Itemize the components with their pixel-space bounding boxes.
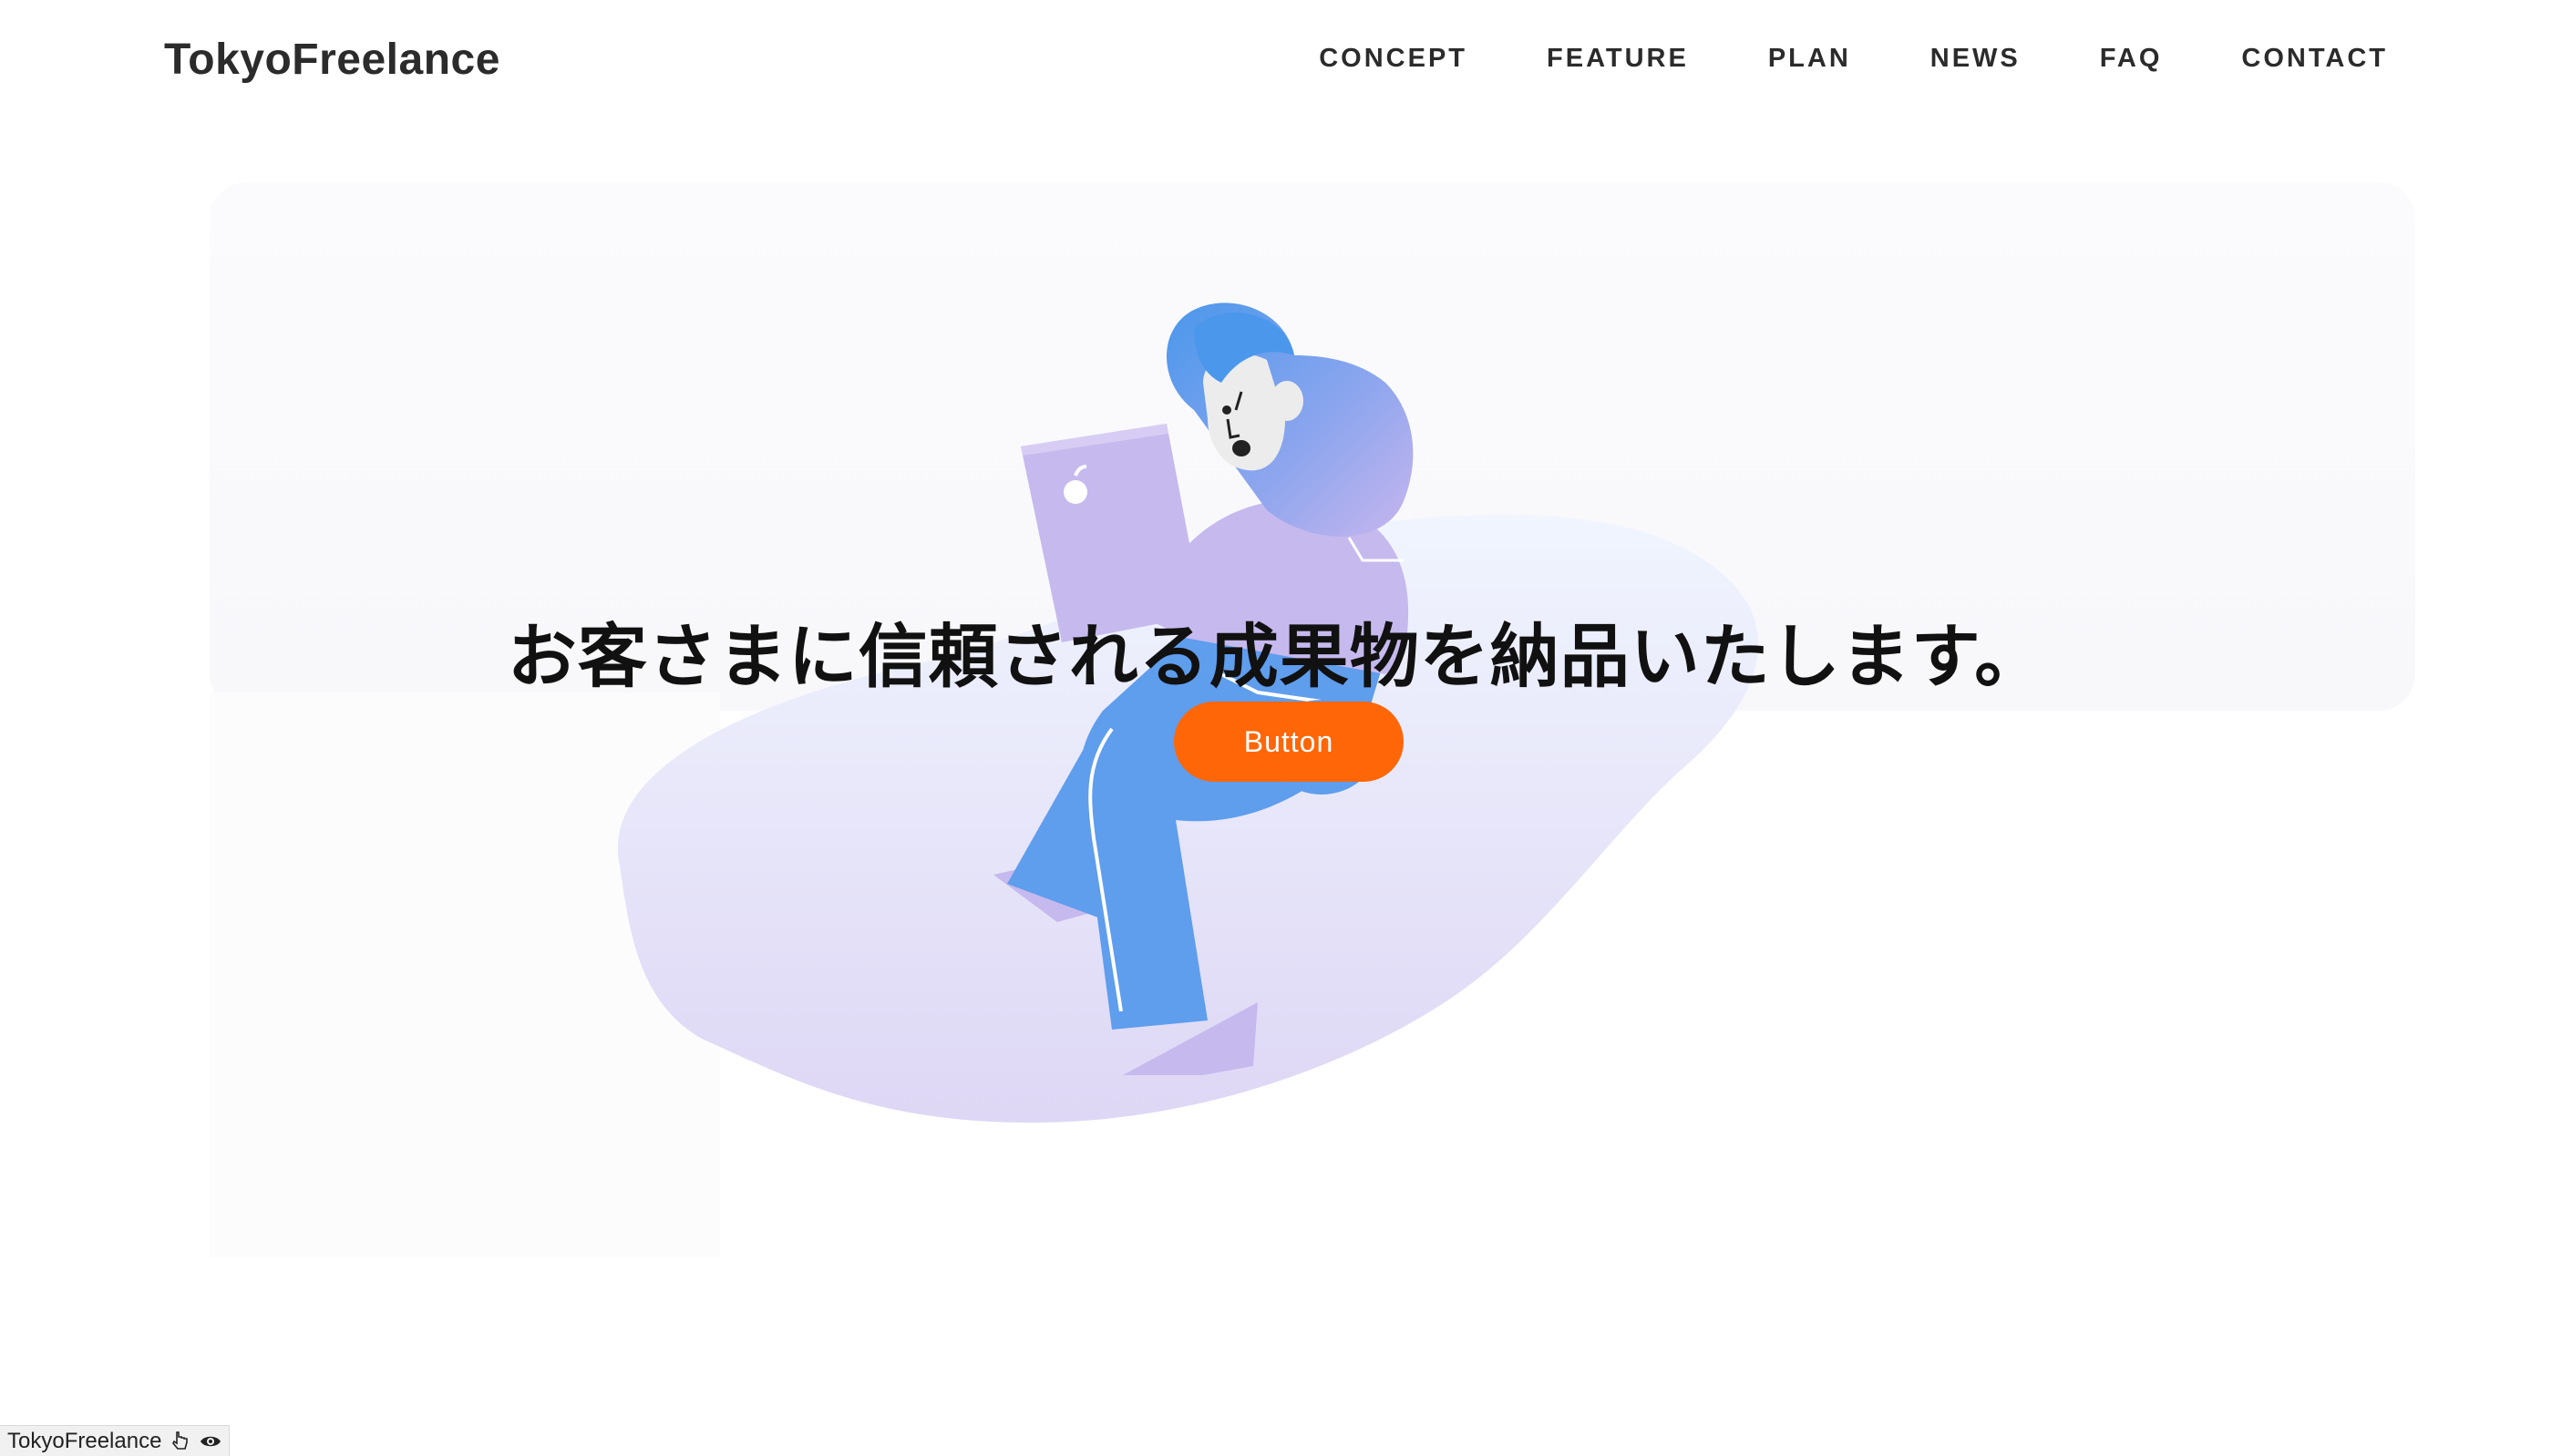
landing-page: TokyoFreelance CONCEPT FEATURE PLAN NEWS… — [0, 0, 2552, 1456]
nav-item-plan[interactable]: PLAN — [1768, 44, 1851, 74]
laptop-logo — [1064, 480, 1087, 504]
eye-icon[interactable] — [200, 1433, 221, 1450]
pointer-icon[interactable] — [170, 1430, 190, 1452]
site-header: TokyoFreelance CONCEPT FEATURE PLAN NEWS… — [0, 0, 2552, 128]
nav-item-contact[interactable]: CONTACT — [2241, 44, 2388, 74]
main-nav: CONCEPT FEATURE PLAN NEWS FAQ CONTACT — [1319, 44, 2388, 74]
nav-item-faq[interactable]: FAQ — [2100, 44, 2163, 74]
nav-item-concept[interactable]: CONCEPT — [1319, 44, 1467, 74]
debug-tag[interactable]: TokyoFreelance — [0, 1425, 231, 1456]
hero-headline: お客さまに信頼される成果物を納品いたします。 — [507, 615, 2045, 697]
hero-cta-button[interactable]: Button — [1174, 702, 1404, 782]
debug-tag-label: TokyoFreelance — [7, 1429, 162, 1453]
nav-item-feature[interactable]: FEATURE — [1547, 44, 1689, 74]
site-logo[interactable]: TokyoFreelance — [164, 35, 500, 85]
nav-item-news[interactable]: NEWS — [1930, 44, 2021, 74]
